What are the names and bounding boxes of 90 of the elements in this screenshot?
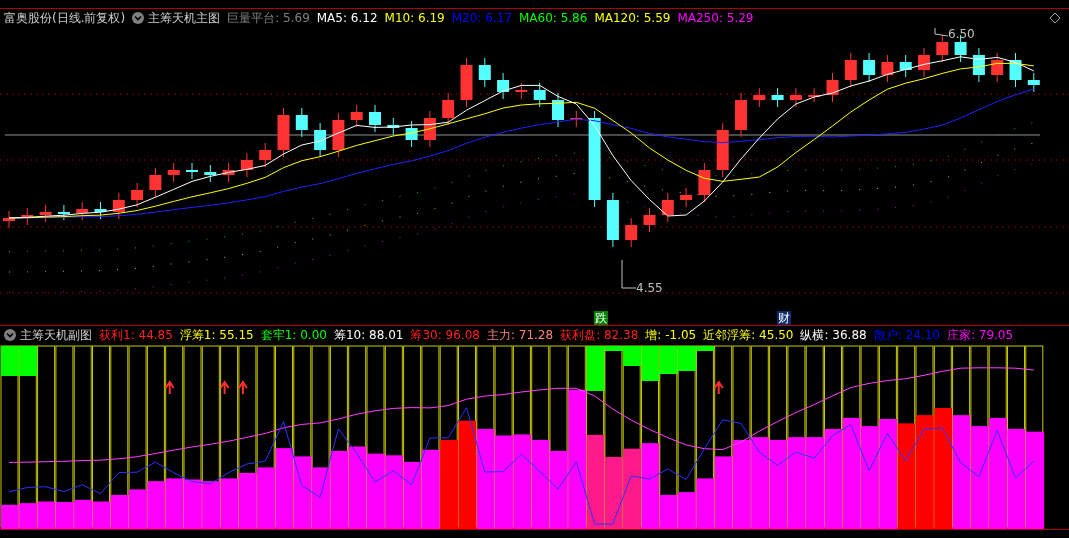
candlestick bbox=[661, 192, 674, 223]
candlestick bbox=[423, 110, 436, 148]
up-arrow-icon bbox=[219, 380, 230, 395]
indicator-value: 散户: 24.10 bbox=[873, 326, 940, 344]
indicator-value: 筹30: 96.08 bbox=[410, 326, 480, 344]
candlestick bbox=[972, 47, 985, 83]
candlestick bbox=[57, 204, 70, 221]
candlestick bbox=[3, 210, 15, 229]
up-arrow-icon bbox=[713, 380, 724, 395]
candlestick bbox=[387, 117, 400, 136]
candlestick bbox=[753, 87, 766, 108]
candlestick bbox=[716, 122, 729, 178]
up-arrow-icon bbox=[164, 380, 175, 395]
low-price-label: 4.55 bbox=[636, 281, 663, 295]
candlestick bbox=[625, 217, 638, 248]
indicator-value: M20: 6.17 bbox=[451, 11, 512, 25]
candlestick bbox=[533, 82, 546, 108]
candlestick bbox=[643, 207, 656, 233]
candlestick bbox=[991, 52, 1004, 83]
indicator-selector[interactable]: 主筹天机主图 bbox=[132, 9, 221, 27]
indicator-value: 巨量平台: 5.69 bbox=[227, 9, 310, 27]
candlestick bbox=[478, 57, 491, 88]
candlestick bbox=[826, 72, 839, 103]
candlestick bbox=[899, 54, 912, 78]
diamond-icon[interactable] bbox=[1049, 12, 1061, 24]
candlestick bbox=[844, 52, 857, 88]
candlestick bbox=[570, 110, 583, 128]
indicator-value: MA60: 5.86 bbox=[518, 11, 588, 25]
candlestick bbox=[863, 52, 876, 83]
candlestick bbox=[936, 34, 949, 63]
candlestick bbox=[222, 162, 235, 183]
high-price-label: 6.50 bbox=[948, 27, 975, 41]
dropdown-icon bbox=[4, 329, 16, 341]
indicator-value: M10: 6.19 bbox=[384, 11, 445, 25]
indicator-value: 筹10: 88.01 bbox=[333, 326, 404, 344]
indicator-value: MA250: 5.29 bbox=[677, 11, 754, 25]
leader-line bbox=[934, 27, 949, 37]
candlestick bbox=[515, 82, 528, 100]
candlestick bbox=[442, 92, 455, 126]
candlestick bbox=[332, 112, 345, 158]
candlestick bbox=[277, 107, 290, 158]
indicator-value: 套牢1: 0.00 bbox=[260, 326, 327, 344]
candlestick bbox=[131, 182, 144, 208]
indicator-selector[interactable]: 主筹天机副图 bbox=[4, 326, 92, 344]
candlestick bbox=[76, 201, 89, 221]
candlestick bbox=[881, 54, 894, 83]
candlestick bbox=[680, 187, 693, 208]
candlestick bbox=[167, 162, 180, 183]
candlestick bbox=[606, 192, 619, 248]
up-arrow-icon bbox=[237, 380, 248, 395]
indicator-value: 庄家: 79.05 bbox=[946, 326, 1014, 344]
candlestick bbox=[1027, 72, 1040, 93]
candlestick bbox=[808, 87, 821, 103]
candlestick bbox=[918, 47, 930, 78]
candlestick bbox=[94, 201, 107, 220]
dropdown-icon bbox=[132, 12, 145, 24]
indicator-value: 获利盘: 82.38 bbox=[560, 326, 639, 344]
candlestick bbox=[771, 87, 784, 108]
candlestick bbox=[295, 107, 308, 138]
indicator-value: 增: -1.05 bbox=[645, 326, 697, 344]
indicator-value: 获利1: 44.85 bbox=[99, 326, 173, 344]
candlestick bbox=[552, 92, 564, 128]
candlestick bbox=[149, 167, 162, 198]
candlestick bbox=[204, 164, 217, 183]
candlestick bbox=[259, 142, 272, 168]
candlestick bbox=[21, 207, 34, 226]
stock-title: 富奥股份(日线.前复权) bbox=[4, 9, 126, 27]
signal-marker: 跌 bbox=[594, 311, 608, 325]
signal-marker: 财 bbox=[777, 311, 791, 325]
candlestick bbox=[405, 120, 418, 148]
candlestick bbox=[698, 162, 711, 203]
candlestick bbox=[369, 104, 381, 133]
candlestick bbox=[186, 162, 198, 180]
candlestick bbox=[39, 204, 52, 223]
leader-line bbox=[621, 259, 637, 289]
indicator-value: MA120: 5.59 bbox=[594, 11, 671, 25]
indicator-value: 主力: 71.28 bbox=[486, 326, 554, 344]
candlestick bbox=[350, 104, 363, 128]
candlestick bbox=[460, 57, 473, 108]
candlestick bbox=[314, 122, 327, 158]
candlestick bbox=[735, 92, 747, 138]
candlestick bbox=[1009, 52, 1022, 88]
indicator-value: 浮筹1: 55.15 bbox=[179, 326, 254, 344]
candlestick bbox=[112, 192, 125, 220]
candlestick bbox=[789, 87, 802, 108]
indicator-value: 纵横: 36.88 bbox=[800, 326, 867, 344]
indicator-value: 近邻浮筹: 45.50 bbox=[703, 326, 794, 344]
candlestick bbox=[240, 152, 253, 178]
indicator-value: MA5: 6.12 bbox=[316, 11, 378, 25]
candlestick bbox=[497, 72, 510, 100]
